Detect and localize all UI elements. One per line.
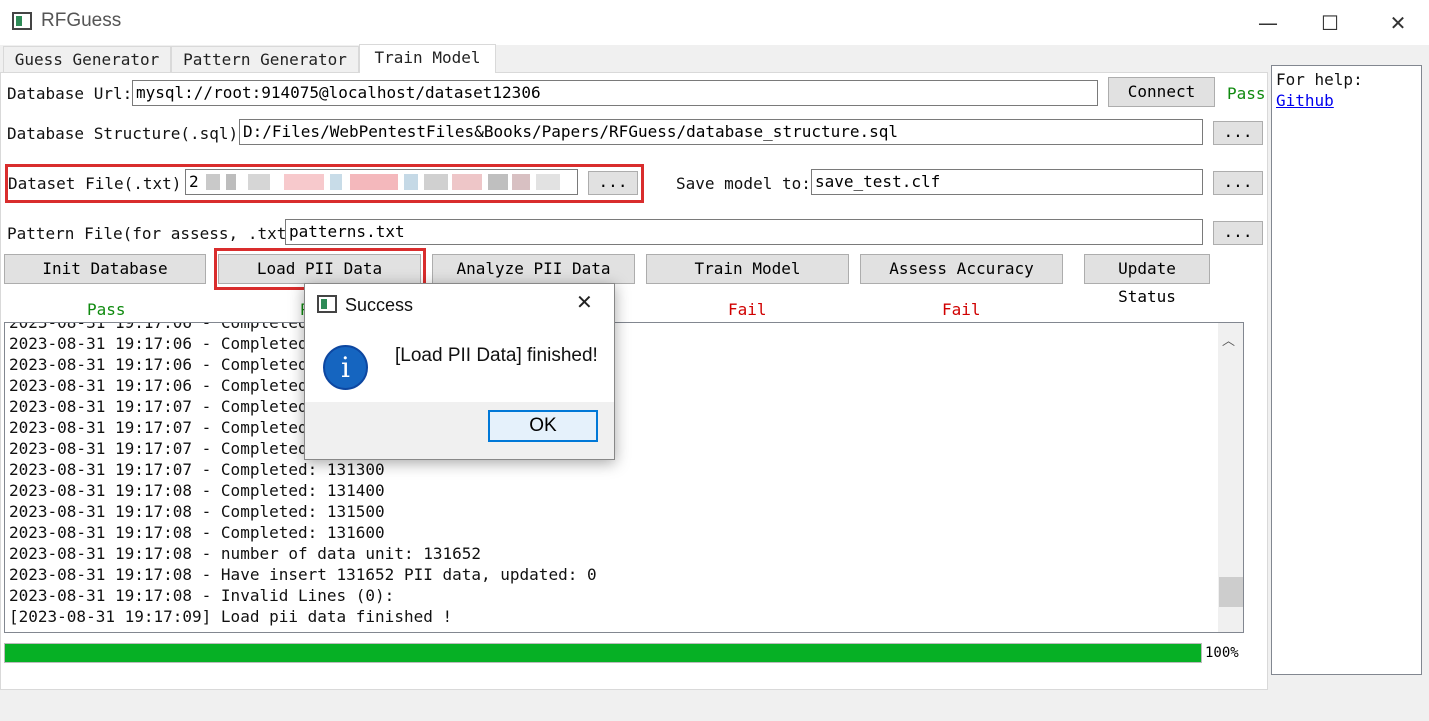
- title-bar: [0, 0, 1429, 45]
- progress-bar-fill: [5, 644, 1201, 662]
- train-model-button[interactable]: Train Model: [646, 254, 849, 284]
- log-line: 2023-08-31 19:17:06 - Completed:: [9, 322, 318, 332]
- log-line: [2023-08-31 19:17:09] Load pii data fini…: [9, 607, 453, 626]
- log-line: 2023-08-31 19:17:07 - Completed:: [9, 439, 318, 458]
- db-structure-browse-button[interactable]: ...: [1213, 121, 1263, 145]
- connect-status: Pass: [1227, 84, 1266, 103]
- log-line: 2023-08-31 19:17:06 - Completed:: [9, 334, 318, 353]
- pattern-file-label: Pattern File(for assess, .txt): [7, 224, 296, 243]
- help-text: For help:: [1276, 70, 1363, 89]
- assess-accuracy-status: Fail: [942, 300, 981, 319]
- init-database-status: Pass: [87, 300, 126, 319]
- log-line: 2023-08-31 19:17:07 - Completed:: [9, 397, 318, 416]
- db-structure-input[interactable]: D:/Files/WebPentestFiles&Books/Papers/RF…: [239, 119, 1203, 145]
- log-line: 2023-08-31 19:17:07 - Completed: 131300: [9, 460, 385, 479]
- tab-pattern-generator[interactable]: Pattern Generator: [171, 46, 359, 72]
- dataset-label: Dataset File(.txt):: [8, 174, 192, 193]
- assess-accuracy-button[interactable]: Assess Accuracy: [860, 254, 1063, 284]
- chevron-up-icon[interactable]: ︿: [1222, 330, 1235, 349]
- window-title: RFGuess: [41, 10, 122, 31]
- update-status-button[interactable]: Update Status: [1084, 254, 1210, 306]
- tab-guess-generator[interactable]: Guess Generator: [3, 46, 171, 72]
- maximize-button[interactable]: ☐: [1298, 0, 1362, 45]
- log-line: 2023-08-31 19:17:06 - Completed:: [9, 376, 318, 395]
- pattern-file-browse-button[interactable]: ...: [1213, 221, 1263, 245]
- log-line: 2023-08-31 19:17:08 - number of data uni…: [9, 544, 482, 563]
- log-line: 2023-08-31 19:17:08 - Have insert 131652…: [9, 565, 597, 584]
- save-model-input[interactable]: save_test.clf: [811, 169, 1203, 195]
- dialog-message: [Load PII Data] finished!: [395, 345, 598, 366]
- db-url-input[interactable]: mysql://root:914075@localhost/dataset123…: [132, 80, 1098, 106]
- dialog-close-button[interactable]: ✕: [576, 290, 593, 314]
- log-line: 2023-08-31 19:17:08 - Completed: 131400: [9, 481, 385, 500]
- log-scrollbar-thumb[interactable]: [1219, 577, 1243, 607]
- dialog-app-icon: [317, 295, 337, 313]
- help-panel: [1271, 65, 1422, 675]
- connect-button[interactable]: Connect: [1108, 77, 1215, 107]
- db-url-label: Database Url:: [7, 84, 133, 103]
- app-icon: [12, 12, 32, 30]
- tab-train-model[interactable]: Train Model: [359, 44, 496, 73]
- close-button[interactable]: ✕: [1366, 0, 1429, 45]
- save-model-label: Save model to:: [676, 174, 811, 193]
- dataset-browse-button[interactable]: ...: [588, 171, 638, 195]
- github-link[interactable]: Github: [1276, 91, 1334, 110]
- log-line: 2023-08-31 19:17:08 - Completed: 131500: [9, 502, 385, 521]
- init-database-button[interactable]: Init Database: [4, 254, 206, 284]
- log-line: 2023-08-31 19:17:08 - Invalid Lines (0):: [9, 586, 395, 605]
- minimize-button[interactable]: —: [1236, 0, 1300, 45]
- info-icon: i: [323, 345, 368, 390]
- db-structure-label: Database Structure(.sql):: [7, 124, 248, 143]
- log-line: 2023-08-31 19:17:06 - Completed:: [9, 355, 318, 374]
- progress-label: 100%: [1205, 645, 1239, 661]
- analyze-pii-data-button[interactable]: Analyze PII Data: [432, 254, 635, 284]
- log-line: 2023-08-31 19:17:08 - Completed: 131600: [9, 523, 385, 542]
- log-output[interactable]: 2023-08-31 19:17:06 - Completed: 2023-08…: [4, 322, 1244, 633]
- load-pii-data-button[interactable]: Load PII Data: [218, 254, 421, 284]
- redacted-path-blur: [190, 170, 574, 194]
- dialog-title: Success: [345, 295, 414, 315]
- ok-button[interactable]: OK: [488, 410, 598, 442]
- save-model-browse-button[interactable]: ...: [1213, 171, 1263, 195]
- success-dialog: Success ✕ i [Load PII Data] finished! OK: [304, 283, 615, 460]
- train-model-status: Fail: [728, 300, 767, 319]
- pattern-file-input[interactable]: patterns.txt: [285, 219, 1203, 245]
- log-line: 2023-08-31 19:17:07 - Completed:: [9, 418, 318, 437]
